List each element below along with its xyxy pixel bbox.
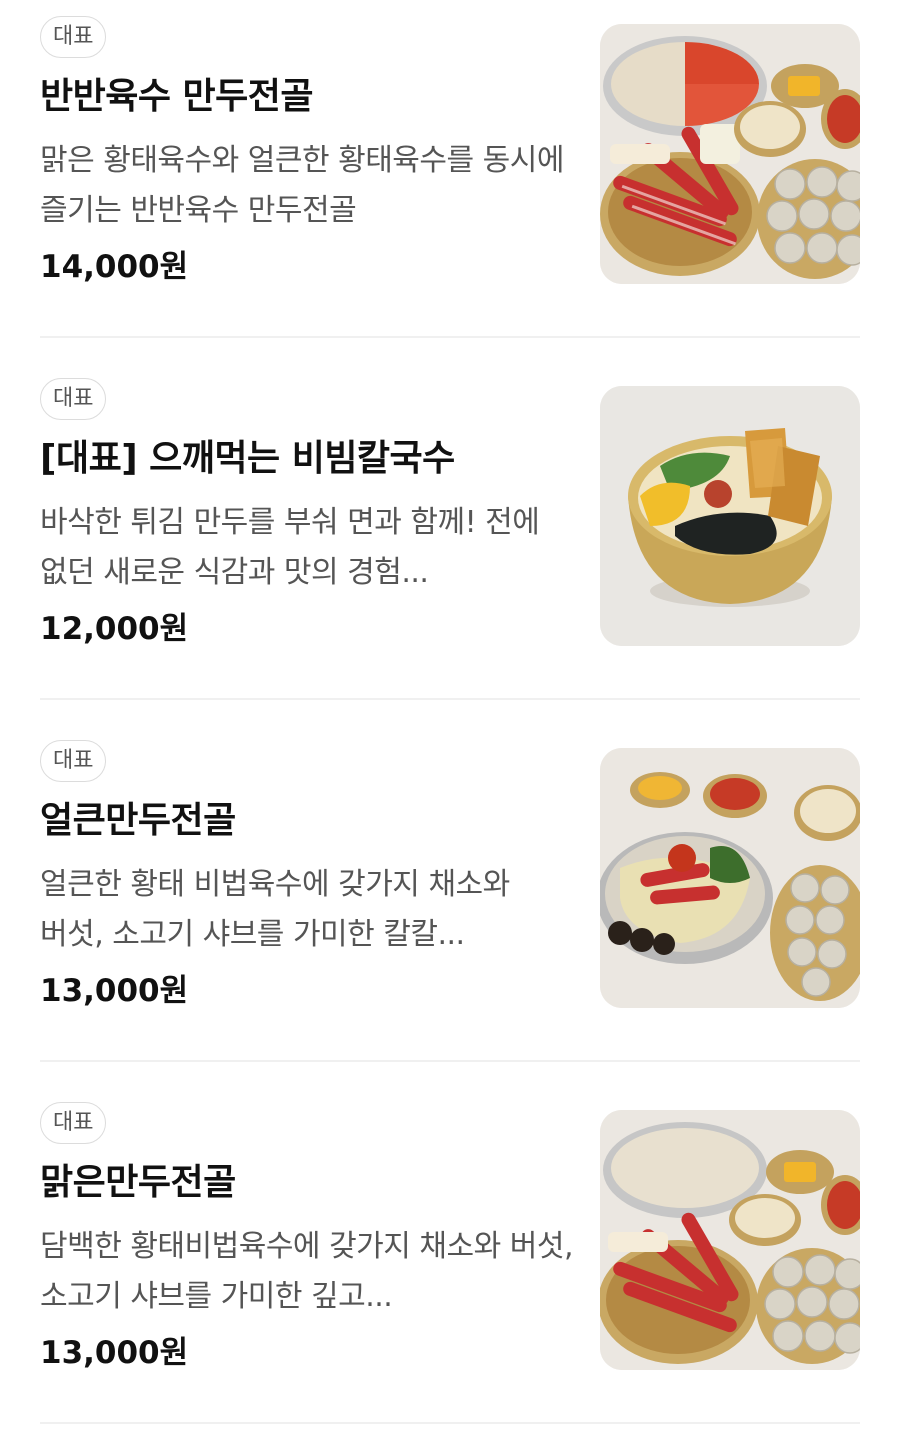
signature-badge: 대표: [40, 740, 107, 782]
menu-item-photo[interactable]: [600, 1110, 860, 1370]
hotpot-photo-illustration: [600, 1110, 860, 1370]
menu-item-price: 12,000원: [40, 611, 189, 647]
item-divider: [40, 336, 860, 338]
menu-item-text: 대표 얼큰만두전골 얼큰한 황태 비법육수에 갖가지 채소와 버섯, 소고기 샤…: [40, 740, 580, 1014]
hotpot-photo-illustration: [600, 24, 860, 284]
menu-item-description: 맑은 황태육수와 얼큰한 황태육수를 동시에 즐기는 반반육수 만두전골: [40, 143, 564, 228]
menu-item-name: 반반육수 만두전골: [40, 76, 314, 117]
menu-item-text: 대표 [대표] 으깨먹는 비빔칼국수 바삭한 튀김 만두를 부숴 면과 함께! …: [40, 378, 580, 652]
menu-item-description: 바삭한 튀김 만두를 부숴 면과 함께! 전에 없던 새로운 식감과 맛의 경험…: [40, 505, 540, 590]
menu-item-name: [대표] 으깨먹는 비빔칼국수: [40, 438, 455, 479]
menu-item[interactable]: 대표 반반육수 만두전골 맑은 황태육수와 얼큰한 황태육수를 동시에 즐기는 …: [0, 0, 900, 362]
signature-badge: 대표: [40, 1102, 107, 1144]
menu-item[interactable]: 대표 [대표] 으깨먹는 비빔칼국수 바삭한 튀김 만두를 부숴 면과 함께! …: [0, 362, 900, 724]
menu-item[interactable]: 대표 맑은만두전골 담백한 황태비법육수에 갖가지 채소와 버섯, 소고기 샤브…: [0, 1086, 900, 1448]
menu-item-price: 14,000원: [40, 249, 189, 285]
menu-item-photo[interactable]: [600, 386, 860, 646]
menu-item-text: 대표 맑은만두전골 담백한 황태비법육수에 갖가지 채소와 버섯, 소고기 샤브…: [40, 1102, 580, 1376]
menu-item-photo[interactable]: [600, 24, 860, 284]
kalguksu-photo-illustration: [600, 386, 860, 646]
menu-item-photo[interactable]: [600, 748, 860, 1008]
menu-item-price: 13,000원: [40, 1335, 189, 1371]
signature-badge: 대표: [40, 378, 107, 420]
menu-item-text: 대표 반반육수 만두전골 맑은 황태육수와 얼큰한 황태육수를 동시에 즐기는 …: [40, 16, 580, 290]
item-divider: [40, 1422, 860, 1424]
menu-item[interactable]: 대표 얼큰만두전골 얼큰한 황태 비법육수에 갖가지 채소와 버섯, 소고기 샤…: [0, 724, 900, 1086]
menu-item-description: 얼큰한 황태 비법육수에 갖가지 채소와 버섯, 소고기 샤브를 가미한 칼칼.…: [40, 867, 510, 952]
menu-list: 대표 반반육수 만두전골 맑은 황태육수와 얼큰한 황태육수를 동시에 즐기는 …: [0, 0, 900, 1448]
hotpot-photo-illustration: [600, 748, 860, 1008]
menu-item-price: 13,000원: [40, 973, 189, 1009]
menu-item-name: 맑은만두전골: [40, 1162, 236, 1203]
item-divider: [40, 698, 860, 700]
menu-item-name: 얼큰만두전골: [40, 800, 236, 841]
signature-badge: 대표: [40, 16, 107, 58]
item-divider: [40, 1060, 860, 1062]
menu-item-description: 담백한 황태비법육수에 갖가지 채소와 버섯, 소고기 샤브를 가미한 깊고..…: [40, 1229, 573, 1314]
